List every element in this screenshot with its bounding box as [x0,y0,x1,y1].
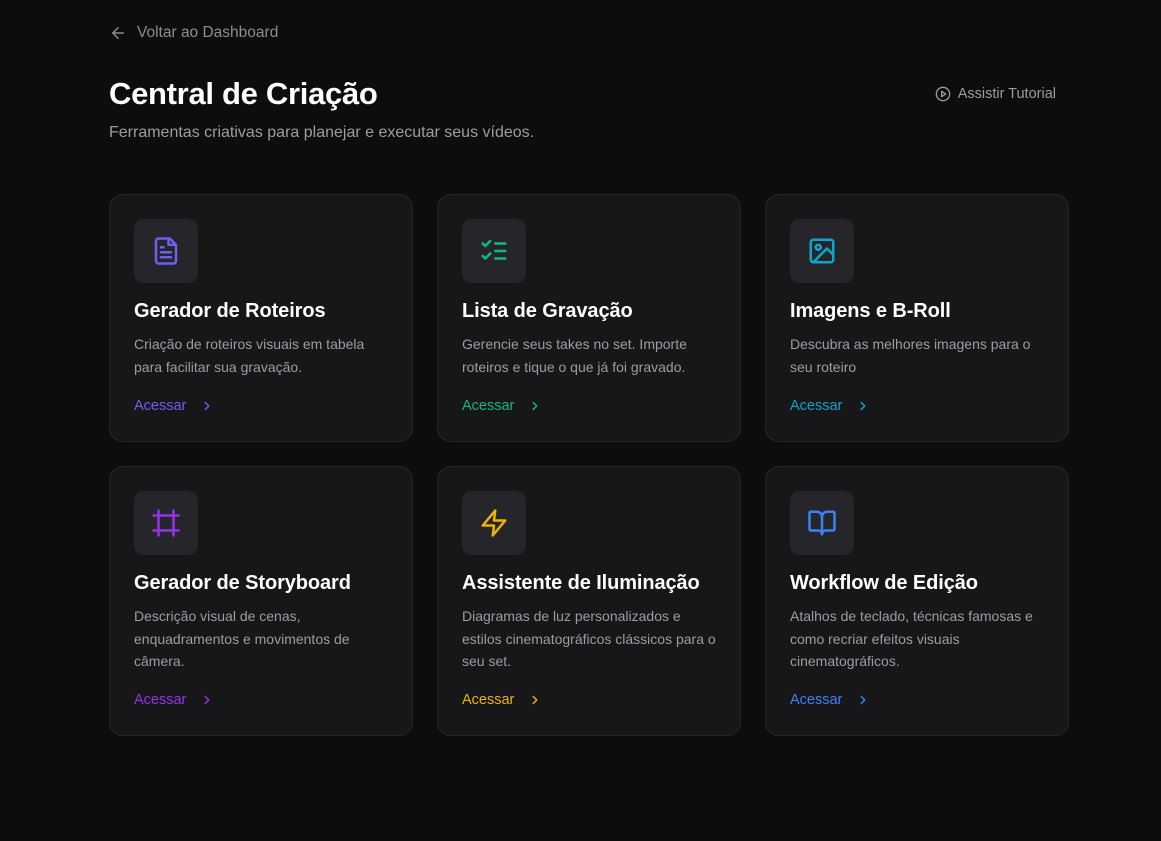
access-link-label: Acessar [462,692,515,708]
card-icon-box [790,491,854,555]
arrow-left-icon [112,27,124,39]
card-description: Diagramas de luz personalizados e estilo… [462,608,716,669]
chevron-right-icon [860,695,866,705]
access-link[interactable]: Acessar [462,692,542,708]
chevron-right-icon [532,401,538,411]
card-icon-box [134,219,198,283]
frame-icon [152,509,180,537]
access-link[interactable]: Acessar [790,398,870,414]
access-link-label: Acessar [790,692,843,708]
card-description: Gerencie seus takes no set. Importe rote… [462,336,687,375]
card-title: Imagens e B-Roll [790,300,951,322]
card-icon-box [134,491,198,555]
chevron-right-icon [532,695,538,705]
card-script-generator[interactable]: Gerador de Roteiros Criação de roteiros … [109,194,413,442]
card-description: Atalhos de teclado, técnicas famosas e c… [790,608,1033,669]
tutorial-label: Assistir Tutorial [957,86,1056,102]
file-text-icon [154,237,178,265]
card-recording-list[interactable]: Lista de Gravação Gerencie seus takes no… [437,194,741,442]
back-to-dashboard-link[interactable]: Voltar ao Dashboard [109,24,278,42]
list-checks-icon [481,239,507,260]
card-title: Lista de Gravação [462,300,633,322]
image-icon [809,238,835,264]
access-link-label: Acessar [134,692,187,708]
watch-tutorial-button[interactable]: Assistir Tutorial [935,86,1056,102]
card-description: Descubra as melhores imagens para o seu … [790,336,1031,375]
access-link[interactable]: Acessar [462,398,542,414]
chevron-right-icon [204,401,210,411]
access-link-label: Acessar [790,398,843,414]
card-editing-workflow[interactable]: Workflow de Edição Atalhos de teclado, t… [765,466,1069,736]
card-title: Assistente de Iluminação [462,572,700,594]
page-subtitle: Ferramentas criativas para planejar e ex… [109,124,535,141]
card-images-broll[interactable]: Imagens e B-Roll Descubra as melhores im… [765,194,1069,442]
card-storyboard-generator[interactable]: Gerador de Storyboard Descrição visual d… [109,466,413,736]
card-lighting-assistant[interactable]: Assistente de Iluminação Diagramas de lu… [437,466,741,736]
access-link[interactable]: Acessar [134,398,214,414]
page-title: Central de Criação [109,76,378,111]
card-icon-box [462,219,526,283]
page: Voltar ao Dashboard Central de Criação F… [0,0,1161,841]
tools-grid: Gerador de Roteiros Criação de roteiros … [109,194,1069,736]
card-icon-box [790,219,854,283]
access-link-label: Acessar [462,398,515,414]
card-title: Workflow de Edição [790,572,978,594]
access-link-label: Acessar [134,398,187,414]
play-circle-icon [935,86,951,102]
chevron-right-icon [860,401,866,411]
card-icon-box [462,491,526,555]
chevron-right-icon [204,695,210,705]
card-title: Gerador de Roteiros [134,300,326,322]
card-description: Descrição visual de cenas, enquadramento… [134,608,350,669]
book-open-icon [808,510,836,536]
card-description: Criação de roteiros visuais em tabela pa… [134,336,365,375]
card-title: Gerador de Storyboard [134,572,351,594]
back-link-label: Voltar ao Dashboard [137,24,279,41]
zap-icon [481,509,507,537]
access-link[interactable]: Acessar [790,692,870,708]
access-link[interactable]: Acessar [134,692,214,708]
